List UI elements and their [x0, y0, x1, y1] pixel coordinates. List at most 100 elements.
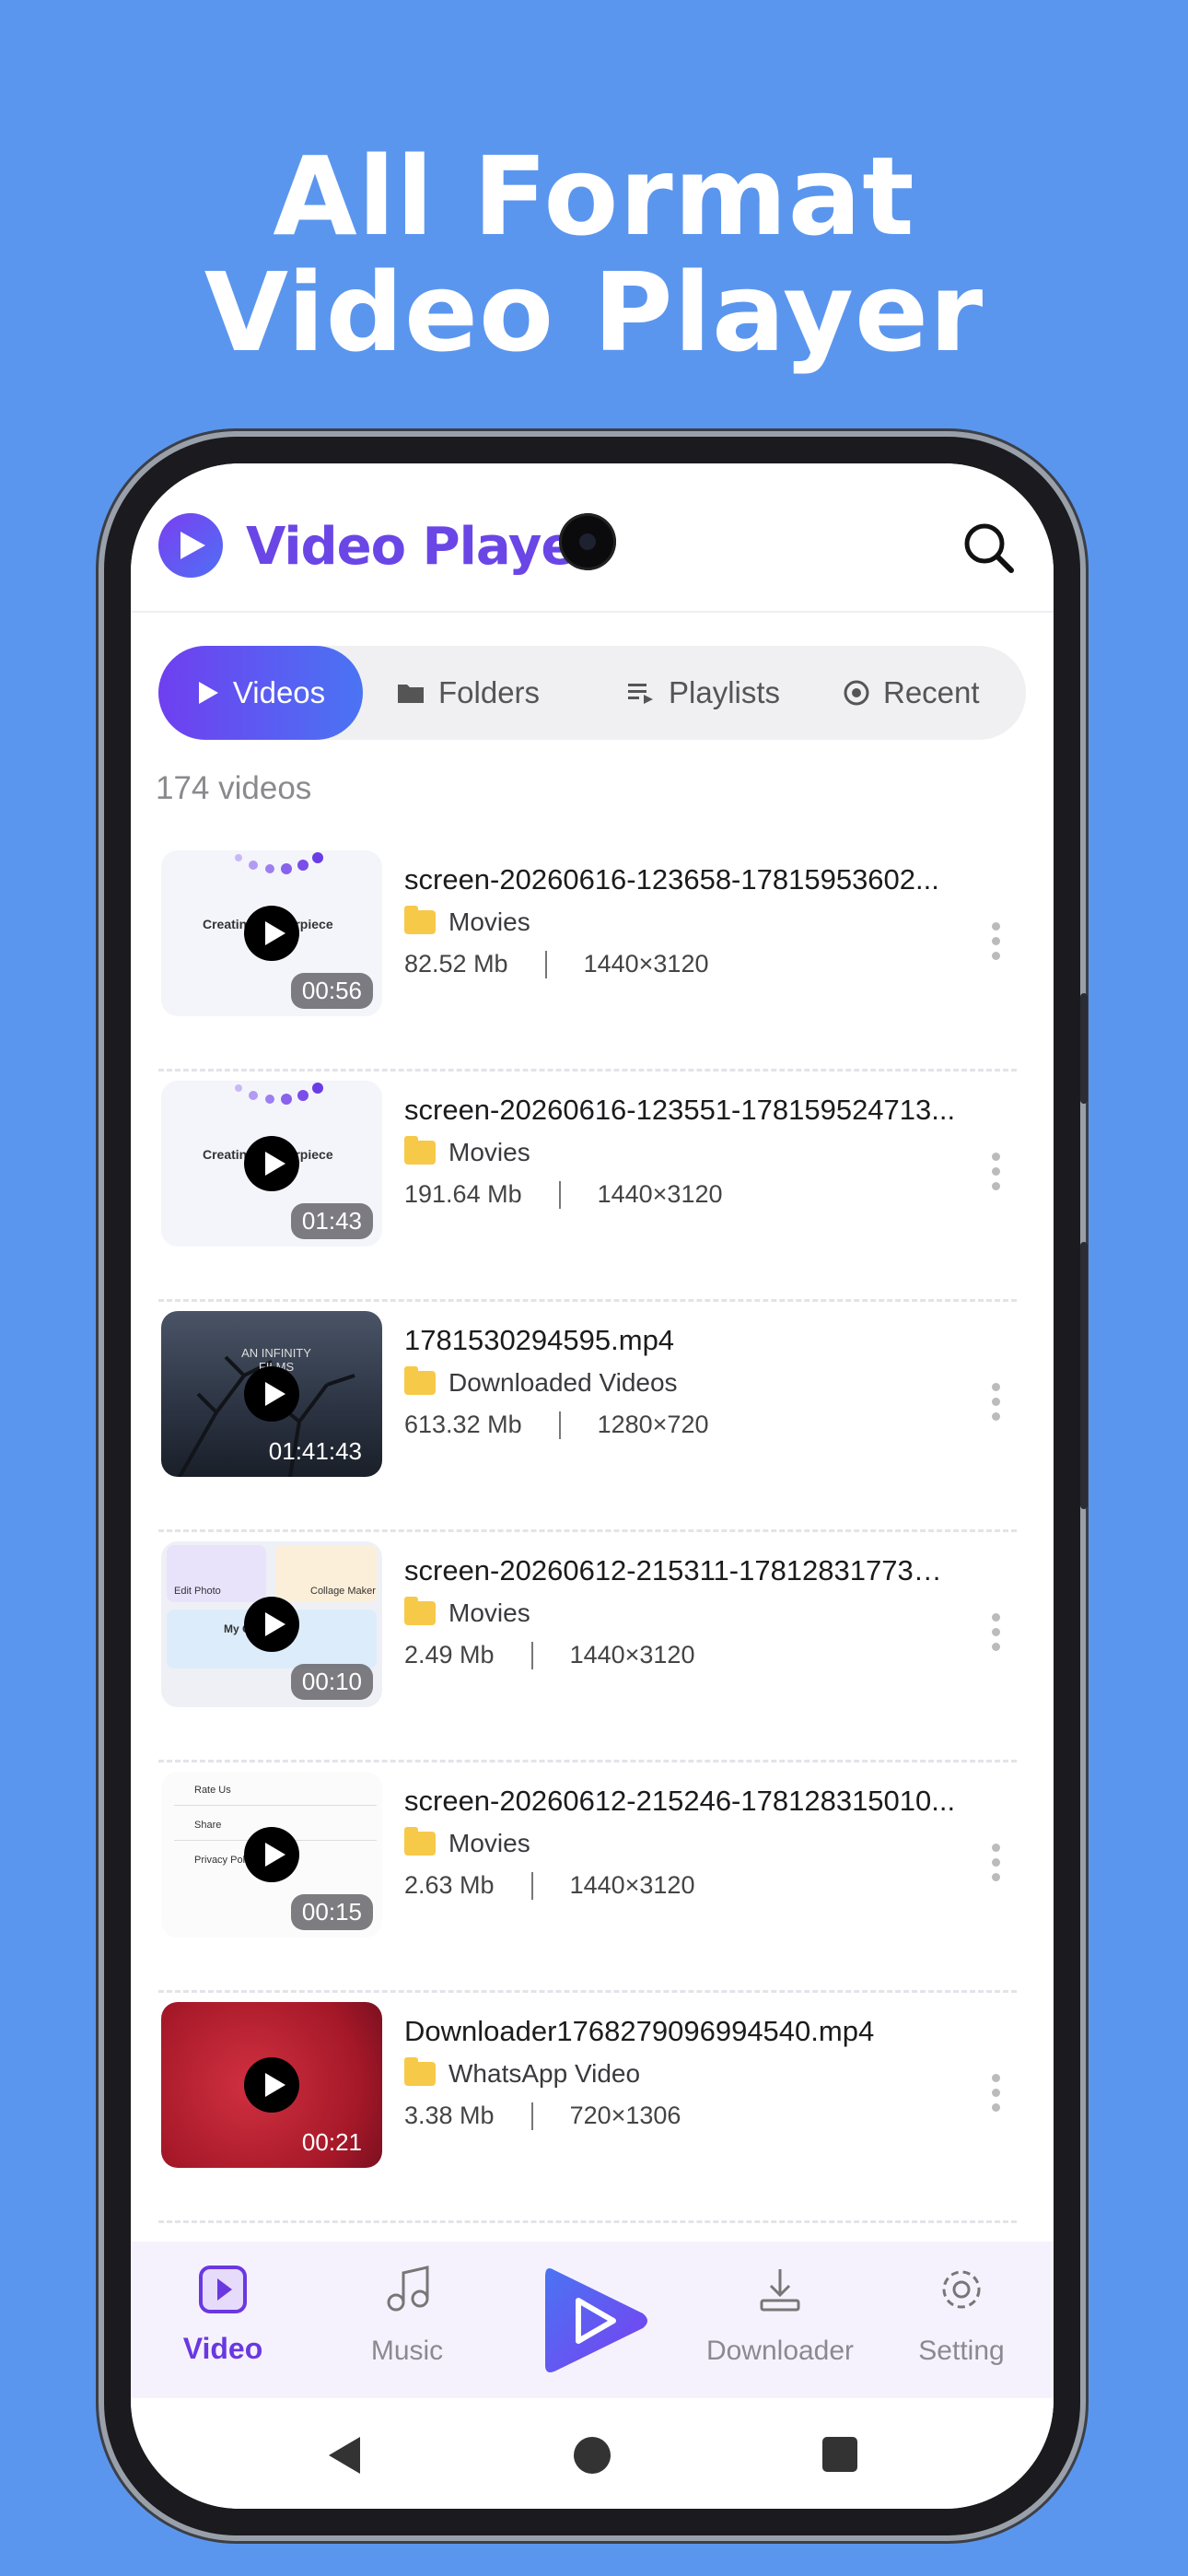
gear-icon [942, 2270, 981, 2309]
play-icon[interactable] [244, 1597, 299, 1652]
play-icon[interactable] [244, 1366, 299, 1422]
headline: All Format Video Player [0, 138, 1188, 370]
folder-name: Movies [448, 1829, 530, 1857]
phone-frame: Video Player Videos Folders Playlists Re… [99, 431, 1088, 2541]
back-icon[interactable] [329, 2437, 360, 2474]
more-options-icon[interactable] [992, 1613, 1003, 1651]
nav-video[interactable]: Video [131, 2242, 315, 2398]
list-item[interactable]: AN INFINITY FILMS 01:41:43 1781530294595… [131, 1302, 1054, 1532]
video-thumbnail[interactable]: AN INFINITY FILMS 01:41:43 [161, 1311, 382, 1477]
video-folder: Movies [404, 1597, 975, 1628]
resolution: 1440×3120 [597, 1180, 723, 1208]
video-info: screen-20260616-123658-17815953602... Mo… [404, 863, 975, 978]
folder-icon [404, 2057, 436, 2086]
video-meta: 82.52 Mb 1440×3120 [404, 950, 975, 978]
tab-recent-label: Recent [883, 675, 980, 709]
history-icon [844, 680, 869, 706]
video-filename: Downloader1768279096994540.mp4 [404, 2015, 875, 2047]
tab-folders[interactable]: Folders [396, 646, 540, 740]
play-icon[interactable] [244, 2057, 299, 2113]
divider [544, 950, 547, 978]
video-folder: Movies [404, 1136, 975, 1167]
player-center-icon[interactable] [536, 2256, 656, 2385]
video-info: screen-20260612-215246-178128315010... M… [404, 1785, 975, 1900]
playlist-icon [628, 684, 653, 704]
video-meta: 191.64 Mb 1440×3120 [404, 1180, 975, 1209]
video-filename: screen-20260612-215246-178128315010... [404, 1785, 956, 1817]
tab-playlists-label: Playlists [669, 675, 781, 709]
nav-downloader[interactable]: Downloader [688, 2242, 872, 2398]
nav-downloader-label: Downloader [705, 2336, 855, 2366]
app-title: Video Player [246, 517, 600, 577]
video-list: Creating Masterpiece 00:56 screen-202606… [131, 841, 1054, 2223]
play-circle-icon [158, 513, 223, 578]
headline-line2: Video Player [204, 249, 984, 376]
tab-playlists[interactable]: Playlists [626, 646, 780, 740]
music-note-icon [387, 2266, 429, 2312]
front-camera [559, 513, 616, 570]
list-item[interactable]: Rate Us Share Privacy Poli 00:15 screen-… [131, 1762, 1054, 1993]
tab-videos-label: Videos [232, 675, 326, 709]
video-filename: screen-20260612-215311-1781283177321.... [404, 1554, 957, 1587]
folder-icon [404, 906, 436, 934]
thumb-caption: Share [194, 1820, 222, 1831]
nav-setting[interactable]: Setting [869, 2242, 1054, 2398]
home-icon[interactable] [574, 2437, 611, 2474]
tab-recent[interactable]: Recent [843, 646, 980, 740]
folder-icon [404, 1827, 436, 1856]
thumb-caption: Privacy Poli [194, 1855, 248, 1866]
list-item[interactable]: Creating Masterpiece 01:43 screen-202606… [131, 1071, 1054, 1302]
folder-icon [404, 1366, 436, 1395]
recent-apps-icon[interactable] [822, 2437, 857, 2472]
power-button [1080, 1242, 1088, 1509]
folder-icon [404, 1597, 436, 1625]
duration-badge: 01:41:43 [268, 1437, 362, 1465]
more-options-icon[interactable] [992, 1153, 1003, 1190]
file-size: 191.64 Mb [404, 1180, 522, 1208]
video-thumbnail[interactable]: Creating Masterpiece 01:43 [161, 1081, 382, 1247]
bottom-nav: Video Music Downloader Setting [131, 2242, 1054, 2398]
video-folder: Movies [404, 906, 975, 937]
download-icon [760, 2269, 800, 2312]
file-size: 2.49 Mb [404, 1641, 495, 1669]
nav-video-label: Video [182, 2332, 263, 2365]
video-info: screen-20260616-123551-178159524713... M… [404, 1094, 975, 1209]
app-bar: Video Player [131, 463, 1054, 613]
play-icon[interactable] [244, 1827, 299, 1882]
folder-name: Movies [448, 1138, 530, 1166]
search-icon[interactable] [960, 519, 1019, 578]
more-options-icon[interactable] [992, 2074, 1003, 2112]
phone-screen: Video Player Videos Folders Playlists Re… [131, 463, 1054, 2509]
video-meta: 2.63 Mb 1440×3120 [404, 1871, 975, 1900]
thumb-caption: Rate Us [194, 1785, 231, 1796]
file-size: 3.38 Mb [404, 2102, 495, 2129]
play-icon[interactable] [244, 1136, 299, 1191]
video-info: Downloader1768279096994540.mp4 WhatsApp … [404, 2015, 975, 2130]
resolution: 720×1306 [569, 2102, 681, 2129]
resolution: 1280×720 [597, 1411, 709, 1438]
video-thumbnail[interactable]: Rate Us Share Privacy Poli 00:15 [161, 1772, 382, 1938]
play-icon[interactable] [244, 906, 299, 961]
video-filename: 1781530294595.mp4 [404, 1324, 675, 1356]
list-item[interactable]: Creating Masterpiece 00:56 screen-202606… [131, 841, 1054, 1071]
resolution: 1440×3120 [583, 950, 709, 978]
video-thumbnail[interactable]: 00:21 [161, 2002, 382, 2168]
resolution: 1440×3120 [569, 1641, 695, 1669]
video-thumbnail[interactable]: Creating Masterpiece 00:56 [161, 850, 382, 1016]
volume-button [1080, 993, 1088, 1104]
duration-badge: 00:15 [290, 1894, 373, 1930]
video-icon [199, 2266, 247, 2313]
list-item[interactable]: 00:21 Downloader1768279096994540.mp4 Wha… [131, 1993, 1054, 2223]
divider [530, 2102, 533, 2130]
thumb-caption: Collage Maker [310, 1586, 376, 1597]
nav-music[interactable]: Music [315, 2242, 499, 2398]
more-options-icon[interactable] [992, 922, 1003, 960]
list-item[interactable]: Edit Photo Collage Maker My C 00:10 scre… [131, 1532, 1054, 1762]
tab-videos[interactable]: Videos [158, 646, 363, 740]
more-options-icon[interactable] [992, 1844, 1003, 1881]
folder-icon [404, 1136, 436, 1165]
more-options-icon[interactable] [992, 1383, 1003, 1421]
resolution: 1440×3120 [569, 1871, 695, 1899]
folder-name: WhatsApp Video [448, 2059, 641, 2088]
video-thumbnail[interactable]: Edit Photo Collage Maker My C 00:10 [161, 1541, 382, 1707]
